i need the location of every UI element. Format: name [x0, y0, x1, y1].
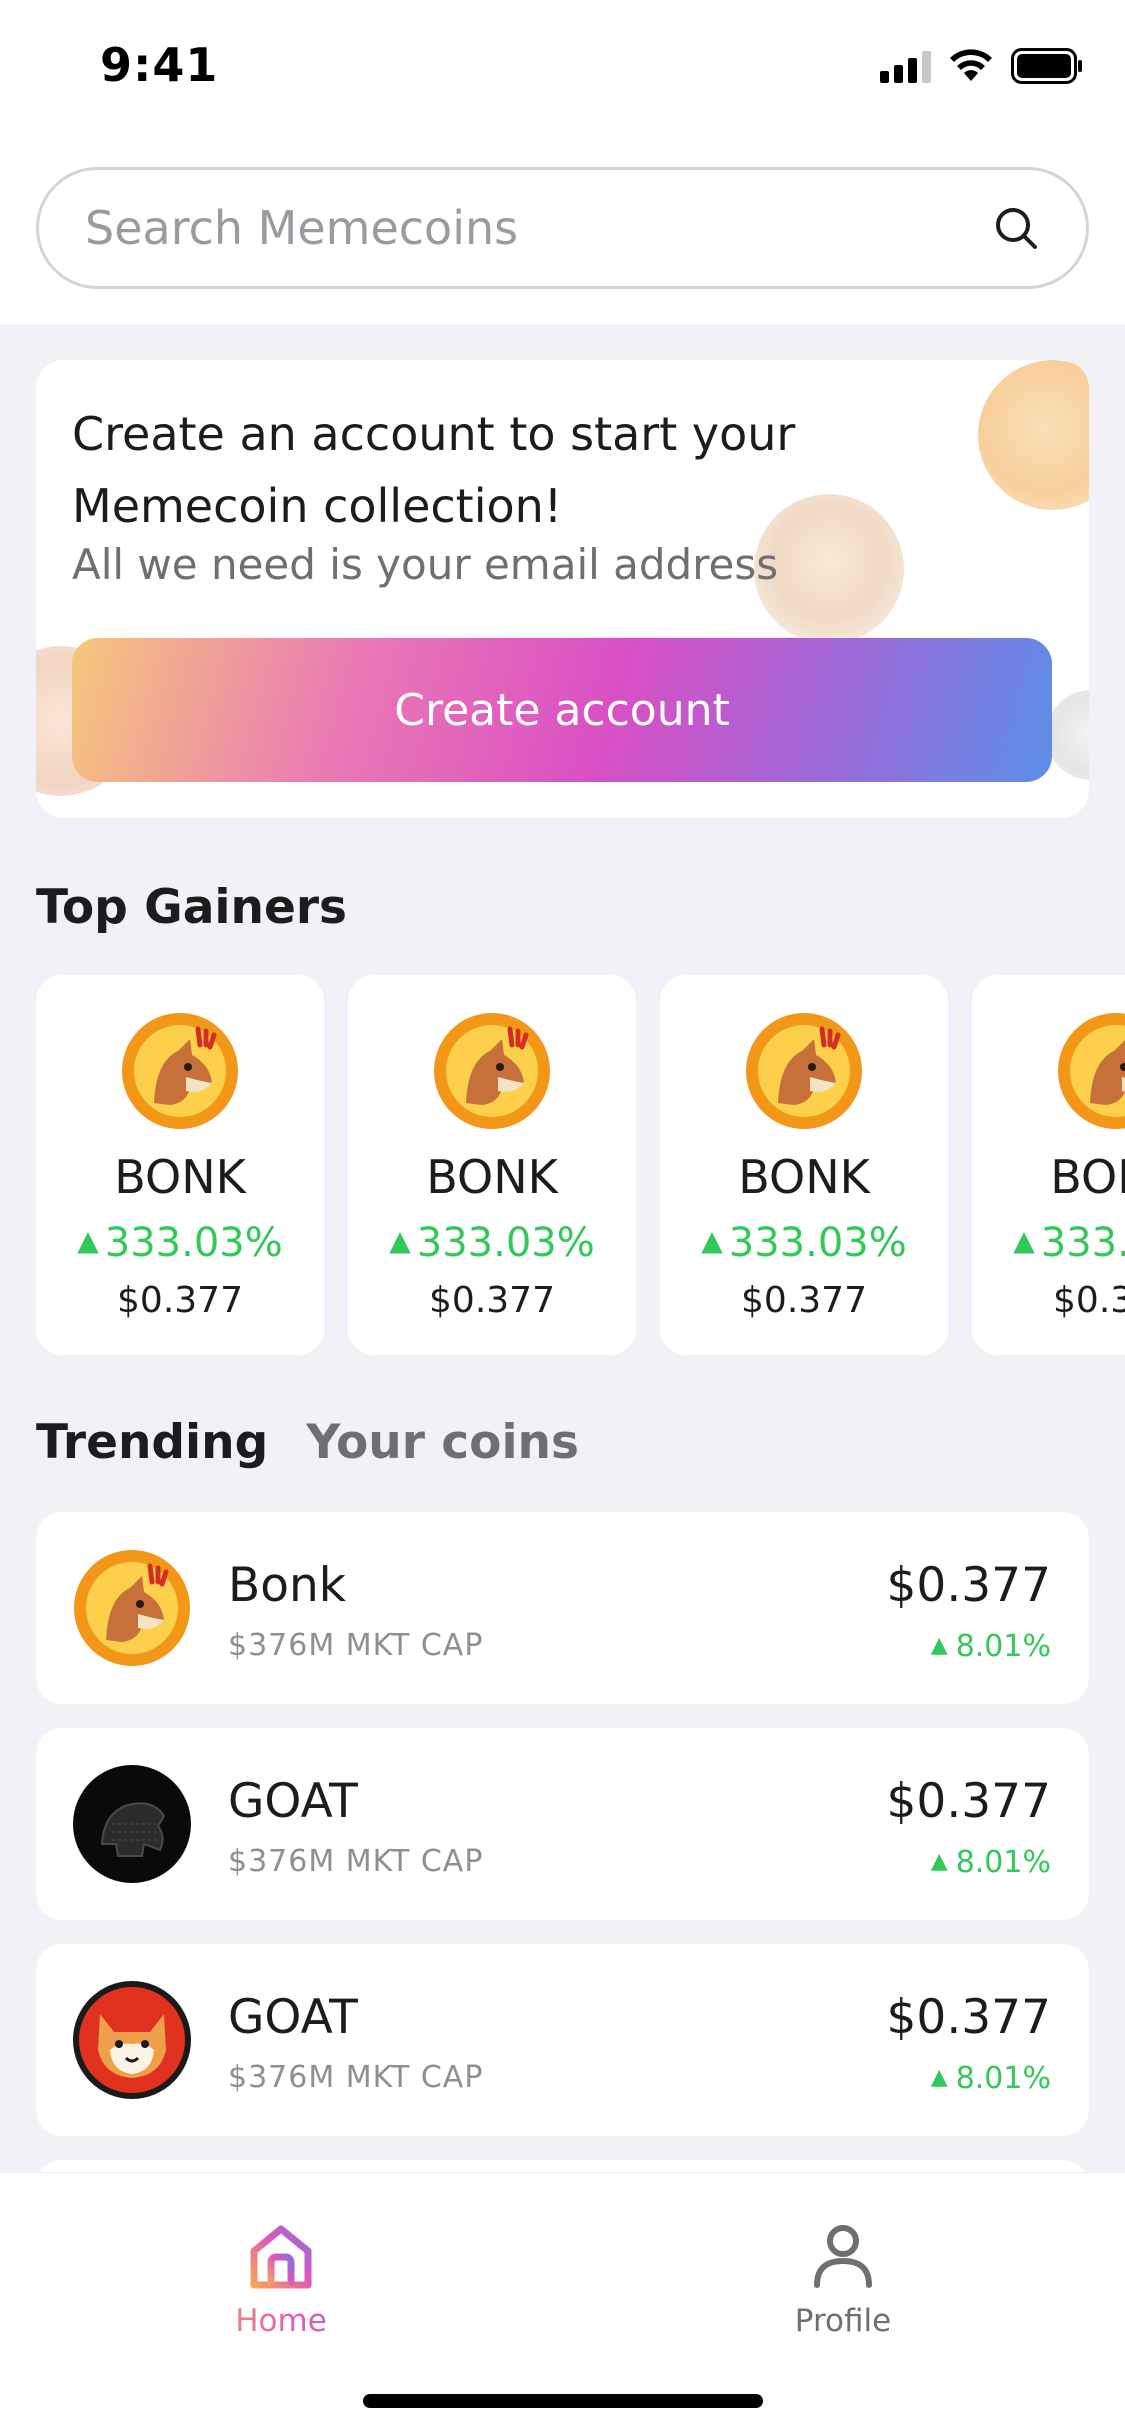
coin-change-value: 8.01%: [955, 1845, 1051, 1880]
memecoin-decoration-image: [1046, 690, 1089, 780]
coin-price: $0.377: [886, 1990, 1051, 2045]
coin-list-item[interactable]: GOAT $376M MKT CAP $0.377 ▲ 8.01%: [36, 1944, 1089, 2136]
bonk-logo-icon: [746, 1013, 862, 1129]
promo-title: Create an account to start your Memecoin…: [72, 407, 796, 533]
gainer-card[interactable]: BONK ▲333.03% $0.377: [348, 975, 636, 1355]
up-arrow-icon: ▲: [930, 1849, 948, 1874]
gainer-change: ▲333.03%: [660, 1220, 948, 1266]
wifi-icon: [950, 49, 992, 81]
promo-subtitle: All we need is your email address: [72, 540, 779, 589]
coin-name: GOAT: [228, 1990, 358, 2045]
gainer-change: ▲333.03%: [972, 1220, 1125, 1266]
coin-market-cap: $376M MKT CAP: [228, 1628, 484, 1663]
create-account-button[interactable]: Create account: [72, 638, 1052, 782]
status-icons: [880, 48, 1083, 84]
gainer-change: ▲333.03%: [36, 1220, 324, 1266]
search-bar[interactable]: [36, 167, 1089, 289]
gainer-name: BONK: [114, 1150, 246, 1204]
tab-trending[interactable]: Trending: [36, 1415, 268, 1470]
gainer-name: BONK: [1050, 1150, 1125, 1204]
nav-profile-label: Profile: [794, 2303, 892, 2339]
coin-market-cap: $376M MKT CAP: [228, 2060, 484, 2095]
coin-tabs: Trending Your coins: [36, 1415, 579, 1470]
up-arrow-icon: ▲: [389, 1224, 411, 1257]
search-icon[interactable]: [994, 206, 1038, 250]
gainer-price: $0.377: [1053, 1280, 1125, 1321]
gainer-change-value: 333.03%: [728, 1220, 907, 1266]
coin-change-value: 8.01%: [955, 1629, 1051, 1664]
bonk-logo-icon: [122, 1013, 238, 1129]
up-arrow-icon: ▲: [1013, 1224, 1035, 1257]
cellular-signal-icon: [880, 49, 931, 83]
coin-price: $0.377: [886, 1774, 1051, 1829]
create-account-card: Create an account to start your Memecoin…: [36, 360, 1089, 818]
status-bar: 9:41: [0, 0, 1125, 140]
up-arrow-icon: ▲: [701, 1224, 723, 1257]
coin-name: Bonk: [228, 1558, 347, 1613]
nav-profile[interactable]: Profile: [743, 2221, 943, 2339]
bonk-logo-icon: [74, 1550, 190, 1666]
gainer-change-value: 333.03%: [104, 1220, 283, 1266]
coin-change: ▲ 8.01%: [931, 2061, 1051, 2096]
profile-icon: [814, 2225, 872, 2288]
top-gainers-title: Top Gainers: [36, 880, 348, 935]
coin-change-value: 8.01%: [955, 2061, 1051, 2096]
gainer-name: BONK: [426, 1150, 558, 1204]
home-indicator[interactable]: [363, 2394, 763, 2408]
coin-change: ▲ 8.01%: [931, 1845, 1051, 1880]
gainer-card[interactable]: BONK ▲333.03% $0.377: [660, 975, 948, 1355]
up-arrow-icon: ▲: [930, 1633, 948, 1658]
nav-home-label: Home: [181, 2303, 381, 2339]
top-gainers-carousel[interactable]: BONK ▲ 333.03% $0.377 BONK ▲ 333.03% $0.37…: [36, 975, 1125, 1355]
gainer-price: $0.377: [429, 1280, 555, 1321]
search-input[interactable]: [85, 170, 965, 286]
gainer-change-value: 333.03%: [416, 1220, 595, 1266]
shiba-logo-icon: [73, 1981, 191, 2099]
battery-icon: [1011, 48, 1082, 84]
coin-name: GOAT: [228, 1774, 358, 1829]
gainer-card[interactable]: BONK ▲333.03% $0.377: [972, 975, 1125, 1355]
coin-price: $0.377: [886, 1558, 1051, 1613]
gainer-price: $0.377: [117, 1280, 243, 1321]
tab-your-coins[interactable]: Your coins: [306, 1415, 579, 1470]
coin-list-item[interactable]: Bonk $376M MKT CAP $0.377 ▲ 8.01%: [36, 1512, 1089, 1704]
up-arrow-icon: ▲: [930, 2065, 948, 2090]
coin-change: ▲ 8.01%: [931, 1629, 1051, 1664]
memecoin-decoration-image: [978, 360, 1089, 510]
home-icon: [250, 2225, 312, 2289]
gainer-change-value: 333.03%: [1040, 1220, 1125, 1266]
nav-home[interactable]: Home: [181, 2221, 381, 2339]
up-arrow-icon: ▲: [77, 1224, 99, 1257]
bonk-logo-icon: [1058, 1013, 1125, 1129]
bonk-logo-icon: [434, 1013, 550, 1129]
gainer-change: ▲333.03%: [348, 1220, 636, 1266]
gainer-card[interactable]: BONK ▲333.03% $0.377: [36, 975, 324, 1355]
coin-list-item[interactable]: GOAT $376M MKT CAP $0.377 ▲ 8.01%: [36, 1728, 1089, 1920]
header: 9:41: [0, 0, 1125, 324]
goat-logo-icon: [73, 1765, 191, 1883]
gainer-price: $0.377: [741, 1280, 867, 1321]
gainer-name: BONK: [738, 1150, 870, 1204]
status-time: 9:41: [100, 38, 219, 92]
coin-market-cap: $376M MKT CAP: [228, 1844, 484, 1879]
